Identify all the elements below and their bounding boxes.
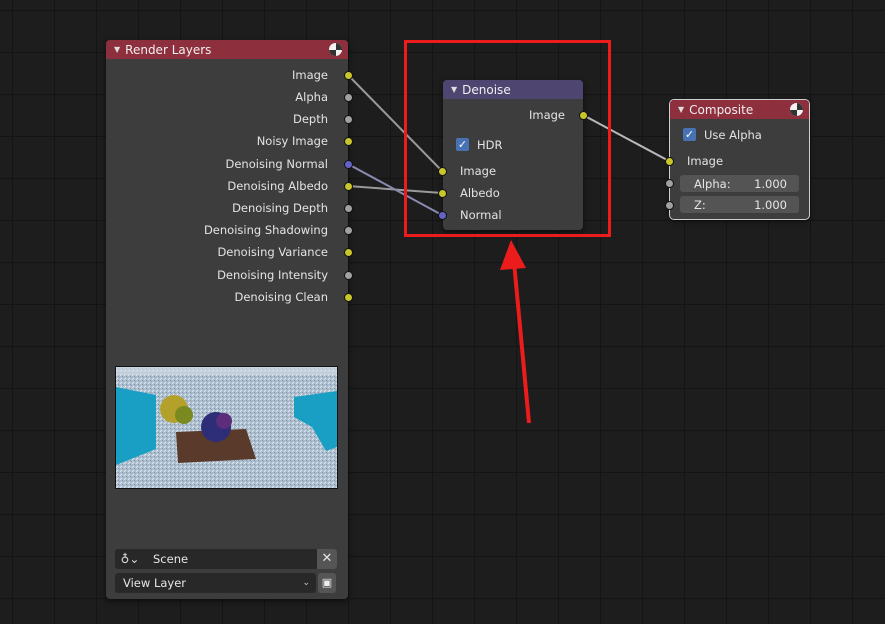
output-label-image: Image <box>291 68 328 82</box>
collapse-triangle-icon[interactable]: ▼ <box>678 105 684 114</box>
view-layer-value: View Layer <box>123 576 187 590</box>
render-preview-image <box>115 366 338 489</box>
z-value: 1.000 <box>754 197 787 212</box>
composite-header[interactable]: ▼ Composite <box>670 100 809 119</box>
render-layers-node[interactable]: ▼ Render Layers Image Alpha Depth Noisy … <box>106 40 348 599</box>
output-label-denoising-variance: Denoising Variance <box>217 245 328 259</box>
output-label-depth: Depth <box>292 112 328 126</box>
annotation-highlight-box <box>404 40 611 237</box>
collapse-triangle-icon[interactable]: ▼ <box>114 45 120 54</box>
render-preview-icon[interactable] <box>790 103 803 116</box>
z-label: Z: <box>694 197 706 212</box>
render-layers-title: Render Layers <box>125 42 212 57</box>
composite-socket-image[interactable] <box>665 157 674 166</box>
output-label-alpha: Alpha <box>295 90 328 104</box>
composite-node[interactable]: ▼ Composite ✓ Use Alpha Image Alpha: 1.0… <box>669 99 810 220</box>
socket-denoising-depth[interactable] <box>344 204 353 213</box>
socket-denoising-shadowing[interactable] <box>344 226 353 235</box>
alpha-label: Alpha: <box>694 176 731 191</box>
use-alpha-checkbox[interactable]: ✓ <box>683 128 696 141</box>
output-label-denoising-depth: Denoising Depth <box>232 201 328 215</box>
composite-title: Composite <box>689 102 754 117</box>
output-label-denoising-albedo: Denoising Albedo <box>227 179 328 193</box>
socket-alpha[interactable] <box>344 93 353 102</box>
socket-denoising-intensity[interactable] <box>344 271 353 280</box>
scene-icon[interactable]: ♁⌄ <box>115 552 145 566</box>
socket-depth[interactable] <box>344 115 353 124</box>
scene-value: Scene <box>153 552 189 566</box>
z-field[interactable]: Z: 1.000 <box>680 196 799 213</box>
output-label-denoising-normal: Denoising Normal <box>225 157 329 171</box>
composite-socket-alpha[interactable] <box>665 179 674 188</box>
view-layer-selector[interactable]: View Layer ⌄ <box>115 573 316 593</box>
socket-denoising-clean[interactable] <box>344 293 353 302</box>
composite-socket-z[interactable] <box>665 201 674 210</box>
clear-scene-button[interactable]: ✕ <box>317 549 337 569</box>
use-alpha-label: Use Alpha <box>704 128 762 142</box>
alpha-value: 1.000 <box>754 176 787 191</box>
render-layers-header[interactable]: ▼ Render Layers <box>106 40 348 59</box>
socket-denoising-variance[interactable] <box>344 248 353 257</box>
socket-image[interactable] <box>344 71 353 80</box>
chevron-down-icon: ⌄ <box>302 578 310 588</box>
alpha-field[interactable]: Alpha: 1.000 <box>680 175 799 192</box>
socket-denoising-normal[interactable] <box>344 160 353 169</box>
output-label-denoising-intensity: Denoising Intensity <box>217 268 328 282</box>
output-label-denoising-clean: Denoising Clean <box>234 290 328 304</box>
render-layer-button[interactable]: ▣ <box>318 573 336 593</box>
scene-selector[interactable]: ♁⌄ Scene ✕ <box>115 549 337 569</box>
output-label-noisy-image: Noisy Image <box>256 134 328 148</box>
socket-noisy-image[interactable] <box>344 137 353 146</box>
composite-input-image: Image <box>687 154 724 168</box>
socket-denoising-albedo[interactable] <box>344 182 353 191</box>
output-label-denoising-shadowing: Denoising Shadowing <box>203 223 328 237</box>
render-preview-icon[interactable] <box>329 43 342 56</box>
